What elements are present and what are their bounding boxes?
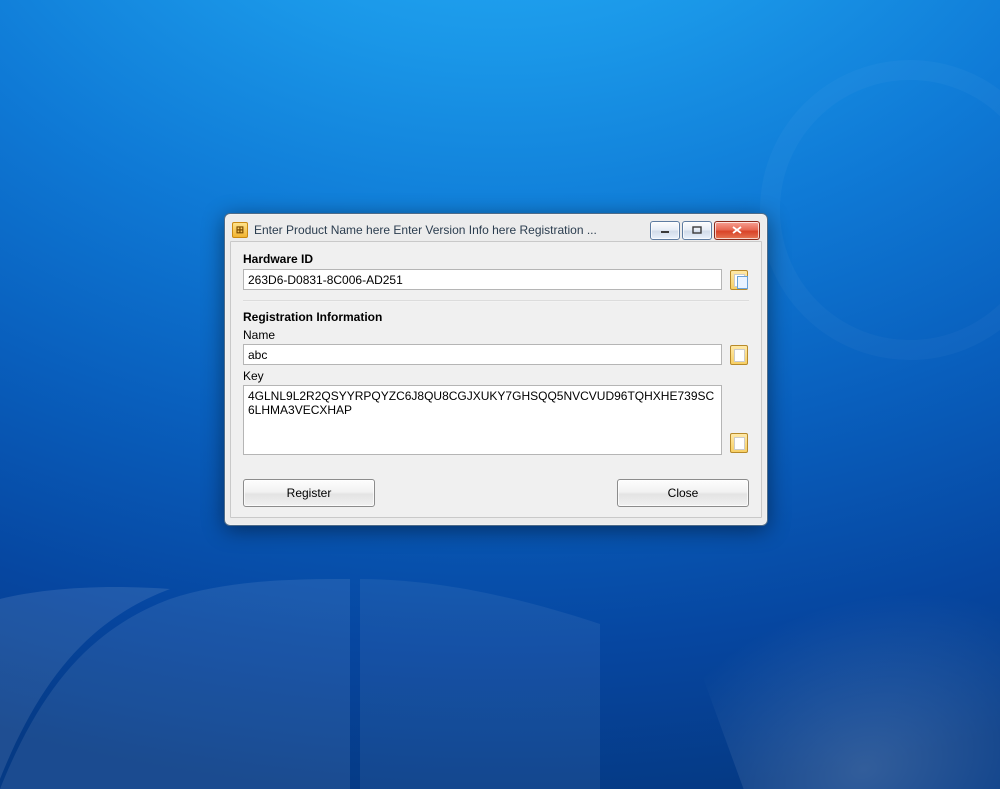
wallpaper-leaf-decoration bbox=[684, 489, 1000, 789]
copy-hardware-id-button[interactable] bbox=[728, 269, 749, 290]
minimize-button[interactable] bbox=[650, 221, 680, 240]
paste-name-button[interactable] bbox=[728, 344, 749, 365]
hardware-id-field[interactable] bbox=[243, 269, 722, 290]
app-icon: ⊞ bbox=[232, 222, 248, 238]
register-button[interactable]: Register bbox=[243, 479, 375, 507]
dialog-client-area: Hardware ID Registration Information Nam… bbox=[230, 241, 762, 518]
registration-info-heading: Registration Information bbox=[243, 310, 749, 324]
registration-dialog: ⊞ Enter Product Name here Enter Version … bbox=[224, 213, 768, 526]
titlebar[interactable]: ⊞ Enter Product Name here Enter Version … bbox=[230, 219, 762, 241]
hardware-id-heading: Hardware ID bbox=[243, 252, 749, 266]
close-icon bbox=[731, 225, 743, 235]
wallpaper-swirl-decoration bbox=[760, 60, 1000, 360]
paste-icon bbox=[730, 345, 748, 365]
name-label: Name bbox=[243, 328, 749, 342]
key-field[interactable]: 4GLNL9L2R2QSYYRPQYZC6J8QU8CGJXUKY7GHSQQ5… bbox=[243, 385, 722, 455]
maximize-icon bbox=[692, 226, 702, 234]
minimize-icon bbox=[660, 226, 670, 234]
copy-icon bbox=[730, 270, 748, 290]
section-divider bbox=[243, 300, 749, 302]
key-label: Key bbox=[243, 369, 749, 383]
maximize-button[interactable] bbox=[682, 221, 712, 240]
paste-key-button[interactable] bbox=[728, 385, 749, 455]
window-title: Enter Product Name here Enter Version In… bbox=[254, 223, 644, 237]
desktop-wallpaper: ⊞ Enter Product Name here Enter Version … bbox=[0, 0, 1000, 789]
paste-icon bbox=[730, 433, 748, 453]
titlebar-close-button[interactable] bbox=[714, 221, 760, 240]
name-field[interactable] bbox=[243, 344, 722, 365]
close-button[interactable]: Close bbox=[617, 479, 749, 507]
